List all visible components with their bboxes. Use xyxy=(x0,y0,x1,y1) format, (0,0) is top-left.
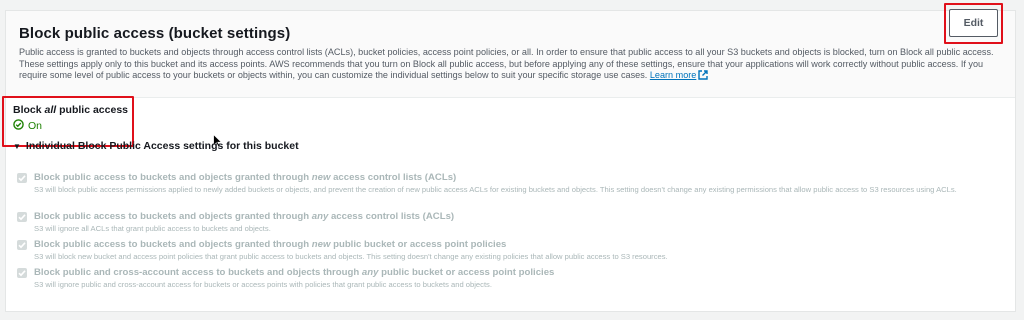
checkbox-checked-disabled[interactable] xyxy=(17,240,27,250)
setting-title: Block public access to buckets and objec… xyxy=(34,239,506,250)
checkbox-checked-disabled[interactable] xyxy=(17,268,27,278)
check-circle-icon xyxy=(13,119,24,133)
panel-description: Public access is granted to buckets and … xyxy=(19,47,1004,84)
status-text: On xyxy=(28,120,43,132)
setting-title-prefix: Block public and cross-account access to… xyxy=(34,267,360,278)
edit-button[interactable]: Edit xyxy=(949,9,998,37)
block-all-label-emphasis: all xyxy=(44,104,57,116)
external-link-icon[interactable] xyxy=(698,70,709,84)
setting-description: S3 will ignore public and cross-account … xyxy=(34,280,492,289)
setting-title-emphasis: any xyxy=(361,267,379,278)
setting-title-suffix: access control lists (ACLs) xyxy=(333,172,457,183)
individual-settings-toggle[interactable]: ▼ Individual Block Public Access setting… xyxy=(13,140,299,152)
block-all-status: On xyxy=(13,119,42,133)
setting-title-emphasis: new xyxy=(311,172,331,183)
setting-title-prefix: Block public access to buckets and objec… xyxy=(34,172,310,183)
checkbox-checked-disabled[interactable] xyxy=(17,173,27,183)
checkbox-checked-disabled[interactable] xyxy=(17,212,27,222)
setting-title: Block public and cross-account access to… xyxy=(34,267,554,278)
setting-description: S3 will block public access permissions … xyxy=(34,185,957,194)
setting-description: S3 will block new bucket and access poin… xyxy=(34,252,668,261)
description-text: Public access is granted to buckets and … xyxy=(19,47,994,80)
panel-title: Block public access (bucket settings) xyxy=(19,25,291,42)
block-all-label-suffix: public access xyxy=(59,104,128,116)
setting-title-prefix: Block public access to buckets and objec… xyxy=(34,211,310,222)
setting-title-suffix: access control lists (ACLs) xyxy=(330,211,455,222)
block-all-label: Block all public access xyxy=(13,104,128,116)
caret-down-icon: ▼ xyxy=(13,141,21,151)
panel-header: Block public access (bucket settings) Pu… xyxy=(6,11,1015,98)
learn-more-link[interactable]: Learn more xyxy=(650,70,697,80)
setting-title-emphasis: new xyxy=(311,239,331,250)
setting-title-emphasis: any xyxy=(311,211,329,222)
setting-title: Block public access to buckets and objec… xyxy=(34,211,454,222)
setting-title: Block public access to buckets and objec… xyxy=(34,172,456,183)
setting-description: S3 will ignore all ACLs that grant publi… xyxy=(34,224,271,233)
individual-settings-label: Individual Block Public Access settings … xyxy=(25,140,299,152)
block-all-label-prefix: Block xyxy=(13,104,42,116)
setting-title-suffix: public bucket or access point policies xyxy=(333,239,507,250)
setting-title-suffix: public bucket or access point policies xyxy=(381,267,555,278)
setting-title-prefix: Block public access to buckets and objec… xyxy=(34,239,310,250)
